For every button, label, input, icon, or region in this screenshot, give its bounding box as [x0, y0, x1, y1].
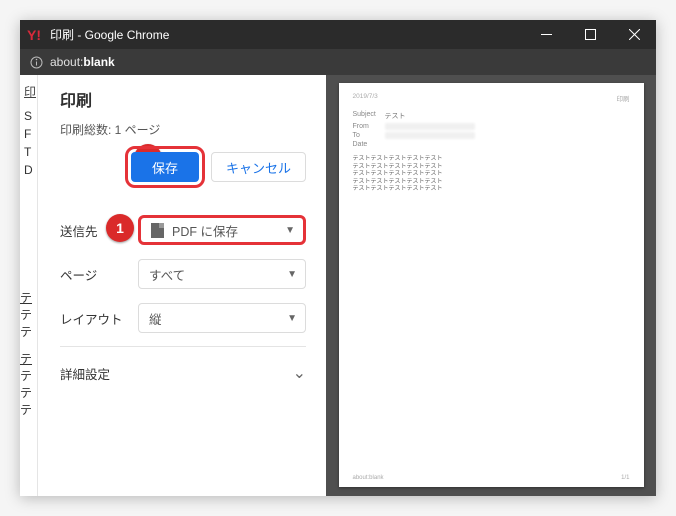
info-icon [28, 56, 44, 69]
preview-date: 2019/7/3 [353, 93, 378, 103]
body-line: テストテストテストテストテスト [353, 186, 630, 194]
body-line: テストテストテストテストテスト [353, 156, 630, 164]
preview-footer-left: about:blank [353, 475, 384, 481]
destination-value: PDF に保存 [172, 221, 238, 240]
preview-page: 2019/7/3 印刷 Subjectテスト From To Date テストテ… [339, 83, 644, 487]
print-settings-panel: 印刷 印刷総数: 1 ページ 2 保存 キャンセル 1 送信先 PDF に保存 [38, 75, 326, 496]
pages-select[interactable]: すべて ▼ [138, 259, 306, 289]
caret-down-icon: ▼ [287, 269, 297, 280]
cancel-button-label: キャンセル [226, 158, 291, 177]
bg-text: テ [20, 289, 37, 306]
page-behind-left: 印 S F T D テ テテ テ テテテ [20, 75, 38, 496]
close-button[interactable] [612, 20, 656, 49]
bg-text: S [20, 107, 37, 125]
preview-body: テストテストテストテストテスト テストテストテストテストテスト テストテストテス… [353, 156, 630, 194]
divider [60, 346, 306, 347]
preview-doc-title: 印刷 [617, 93, 630, 103]
address-bar[interactable]: about:blank [20, 49, 656, 75]
body-line: テストテストテストテストテスト [353, 179, 630, 187]
body-line: テストテストテストテストテスト [353, 164, 630, 172]
caret-down-icon: ▼ [285, 225, 295, 236]
preview-footer-right: 1/1 [621, 475, 629, 481]
destination-select[interactable]: PDF に保存 ▼ [138, 215, 306, 245]
yahoo-icon: Y! [20, 27, 48, 43]
window-title: 印刷 - Google Chrome [48, 26, 524, 43]
bg-text: テ [20, 350, 37, 367]
body-line: テストテストテストテストテスト [353, 171, 630, 179]
minimize-button[interactable] [524, 20, 568, 49]
titlebar[interactable]: Y! 印刷 - Google Chrome [20, 20, 656, 49]
redacted [385, 132, 475, 139]
caret-down-icon: ▼ [287, 313, 297, 324]
pdf-icon [151, 223, 164, 238]
hdr-key: Date [353, 141, 385, 148]
url-host: blank [83, 55, 114, 69]
layout-label: レイアウト [60, 309, 138, 328]
annotation-marker-1: 1 [106, 214, 134, 242]
bg-text: テテテ [20, 367, 37, 418]
print-preview-area: 2019/7/3 印刷 Subjectテスト From To Date テストテ… [326, 75, 656, 496]
bg-text: テテ [20, 306, 37, 340]
pages-value: すべて [149, 265, 185, 284]
dialog-title: 印刷 [60, 87, 306, 111]
pages-label: ページ [60, 265, 138, 284]
hdr-val: テスト [385, 111, 406, 121]
save-button-label: 保存 [152, 158, 178, 177]
hdr-key: Subject [353, 111, 385, 121]
save-button[interactable]: 保存 [131, 152, 199, 182]
url-scheme: about: [50, 55, 83, 69]
redacted [385, 123, 475, 130]
page-count: 印刷総数: 1 ページ [60, 121, 306, 138]
advanced-toggle[interactable]: 詳細設定 ⌄ [60, 353, 306, 393]
layout-select[interactable]: 縦 ▼ [138, 303, 306, 333]
bg-heading: 印 [20, 81, 37, 103]
chrome-window: Y! 印刷 - Google Chrome about:blank 印 S F … [20, 20, 656, 496]
bg-text: D [20, 161, 37, 179]
hdr-key: To [353, 132, 385, 139]
cancel-button[interactable]: キャンセル [211, 152, 306, 182]
chevron-down-icon: ⌄ [293, 363, 306, 383]
bg-text: T [20, 143, 37, 161]
advanced-label: 詳細設定 [60, 364, 110, 383]
bg-text: F [20, 125, 37, 143]
layout-value: 縦 [149, 309, 162, 328]
hdr-key: From [353, 123, 385, 130]
maximize-button[interactable] [568, 20, 612, 49]
